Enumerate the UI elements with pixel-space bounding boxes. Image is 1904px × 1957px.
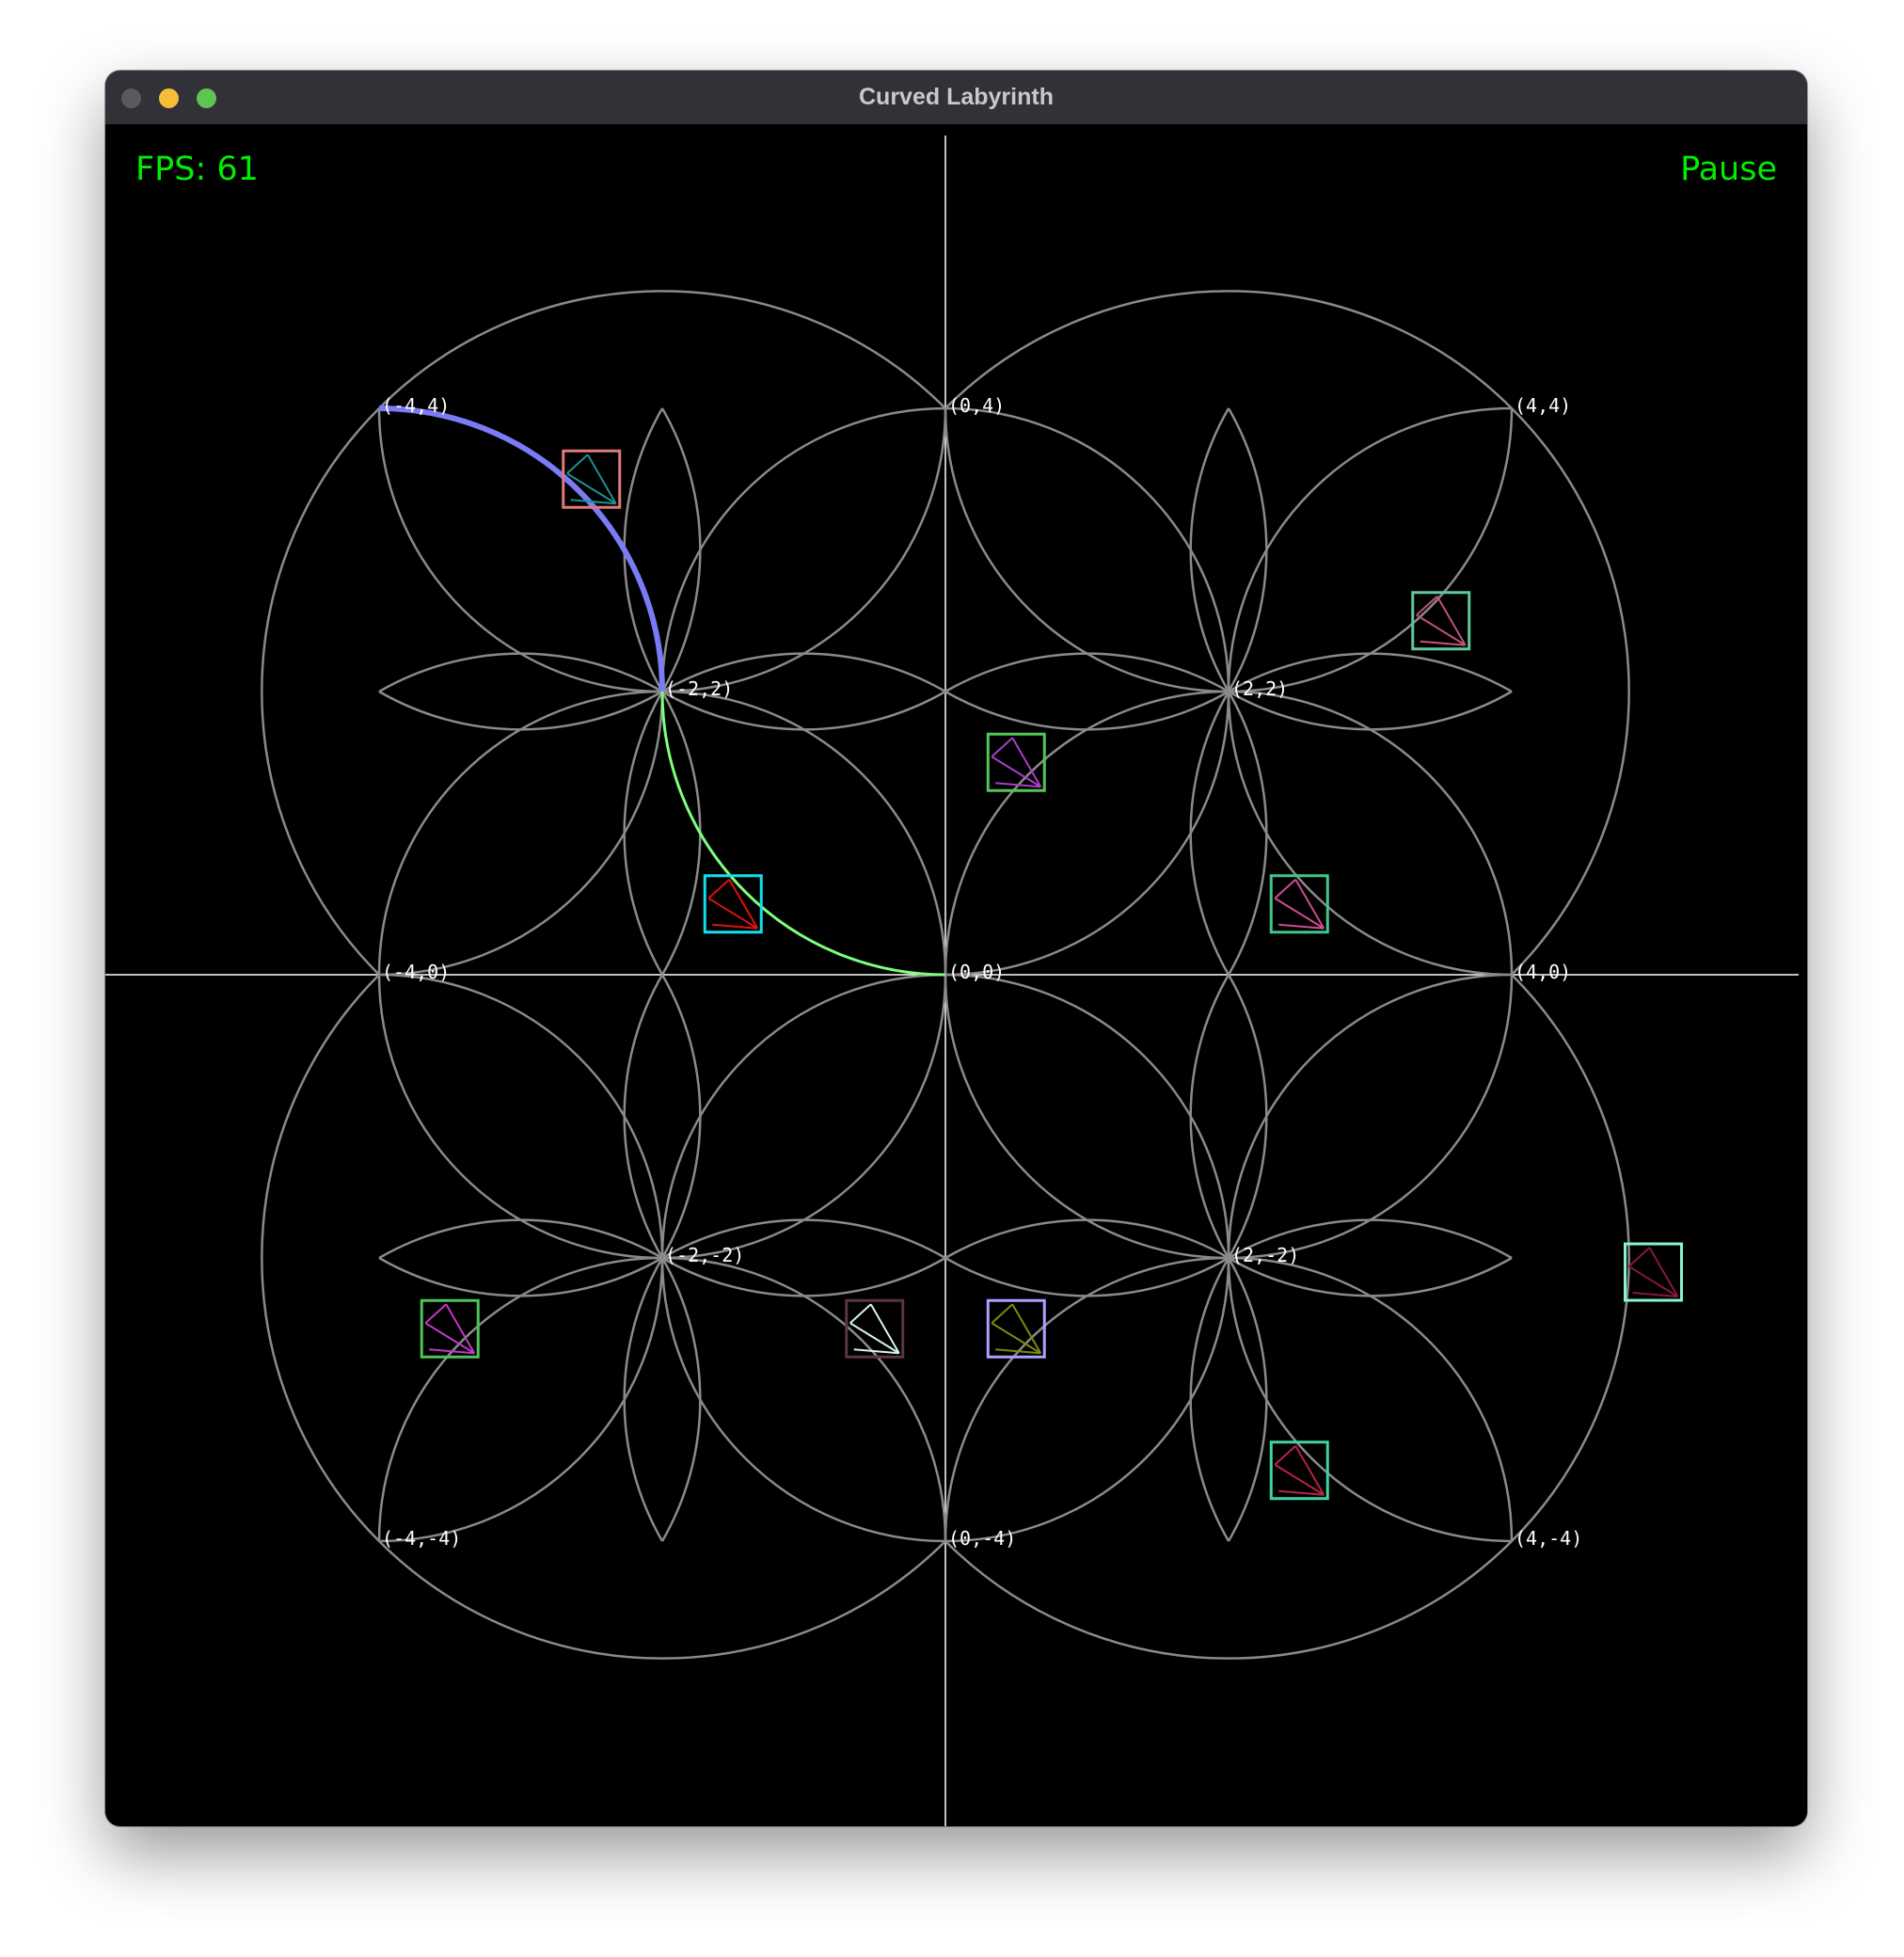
track-arc	[1227, 973, 1513, 1259]
node-label-5: (-4,0)	[382, 961, 450, 983]
track-arc	[661, 407, 947, 693]
sprite-7-fan	[849, 1303, 900, 1355]
track-arc-outer	[261, 974, 380, 1542]
sprite-3-fan	[991, 737, 1042, 788]
track-arc	[377, 690, 663, 976]
track-arc	[944, 406, 1230, 692]
node-label-9: (2,-2)	[1231, 1244, 1299, 1266]
track-arc-outer	[944, 290, 1513, 409]
track-arc-outer	[944, 1540, 1513, 1660]
track-arc	[1189, 407, 1230, 692]
track-arc	[944, 973, 1230, 1259]
sprite-player	[703, 874, 763, 934]
node-label-0: (-4,4)	[382, 394, 450, 417]
title-bar[interactable]: Curved Labyrinth	[105, 71, 1807, 124]
track-arc	[944, 690, 1230, 731]
track-arc	[378, 1256, 663, 1297]
track-arc	[1227, 407, 1268, 692]
sprite-1	[562, 449, 622, 509]
sprite-4	[1269, 874, 1329, 934]
window-title: Curved Labyrinth	[859, 84, 1054, 110]
sprite-5	[1624, 1242, 1683, 1302]
track-arc	[378, 1218, 663, 1260]
track-arc	[944, 652, 1230, 693]
node-label-1: (0,4)	[948, 394, 1005, 417]
track-arc	[1227, 1257, 1268, 1542]
track-arc	[378, 691, 664, 977]
track-arc	[660, 691, 702, 976]
track-arc	[1189, 1257, 1230, 1542]
track-arc-outer	[1511, 974, 1630, 1542]
track-arc	[660, 973, 946, 1259]
node-label-3: (-2,2)	[665, 677, 733, 700]
track-arc-outer	[378, 1540, 946, 1660]
sprite-4-fan	[1274, 879, 1325, 930]
sprite-9	[1269, 1440, 1329, 1501]
node-label-10: (-4,-4)	[382, 1527, 461, 1550]
track-arc	[623, 1257, 664, 1542]
track-arc	[660, 1257, 702, 1542]
track-arc	[378, 690, 663, 731]
track-arc	[1189, 974, 1230, 1259]
track-arc	[623, 974, 664, 1259]
track-arc	[378, 652, 663, 693]
track-arc	[1189, 691, 1230, 976]
track-arc	[660, 407, 702, 692]
fps-counter: FPS: 61	[135, 151, 259, 188]
sprite-3	[986, 732, 1046, 792]
sprite-9-fan	[1274, 1445, 1325, 1496]
node-label-8: (-2,-2)	[665, 1244, 744, 1266]
sprite-2	[1411, 591, 1471, 651]
track-arc-outer	[378, 290, 946, 409]
track-arc	[944, 407, 1230, 693]
node-label-7: (4,0)	[1515, 961, 1571, 983]
track-arc	[660, 406, 946, 692]
track-arc	[944, 1218, 1230, 1260]
track-arc	[944, 974, 1230, 1260]
sprite-player-fan	[707, 879, 759, 930]
track-arc-outer	[1511, 407, 1630, 976]
node-label-2: (4,4)	[1515, 394, 1571, 417]
sprite-8-fan	[991, 1303, 1042, 1355]
game-window: Curved Labyrinth (-4,4) (0,4) (4,4) (-2,2)(…	[105, 71, 1807, 1826]
track-arc	[378, 973, 664, 1259]
pause-button[interactable]: Pause	[1680, 151, 1777, 188]
track-arc	[377, 974, 663, 1260]
sprite-8	[986, 1298, 1046, 1359]
node-label-12: (4,-4)	[1515, 1527, 1582, 1550]
node-label-6: (0,0)	[948, 961, 1005, 983]
track-arc	[1227, 691, 1268, 976]
track-arc-outer	[261, 407, 380, 976]
sprite-6-fan	[424, 1303, 476, 1355]
node-label-4: (2,2)	[1231, 677, 1288, 700]
track-arc	[660, 974, 702, 1259]
maze-svg: (-4,4) (0,4) (4,4) (-2,2) (2,2) (-4,0) (0,0) (4…	[105, 135, 1799, 1826]
sprite-6	[420, 1298, 480, 1359]
track-arc	[1228, 974, 1514, 1260]
track-arc	[623, 691, 664, 976]
track-arc	[661, 974, 947, 1260]
game-canvas[interactable]: (-4,4) (0,4) (4,4) (-2,2) (2,2) (-4,0) (0,0) (4…	[105, 124, 1807, 1826]
sprite-1-fan	[566, 453, 617, 505]
node-label-11: (0,-4)	[948, 1527, 1016, 1550]
track-arc	[944, 1256, 1230, 1297]
track-arc	[1227, 974, 1268, 1259]
sprite-5-fan	[1627, 1247, 1679, 1298]
sprite-7	[845, 1298, 905, 1359]
sprite-2-fan	[1416, 596, 1467, 646]
